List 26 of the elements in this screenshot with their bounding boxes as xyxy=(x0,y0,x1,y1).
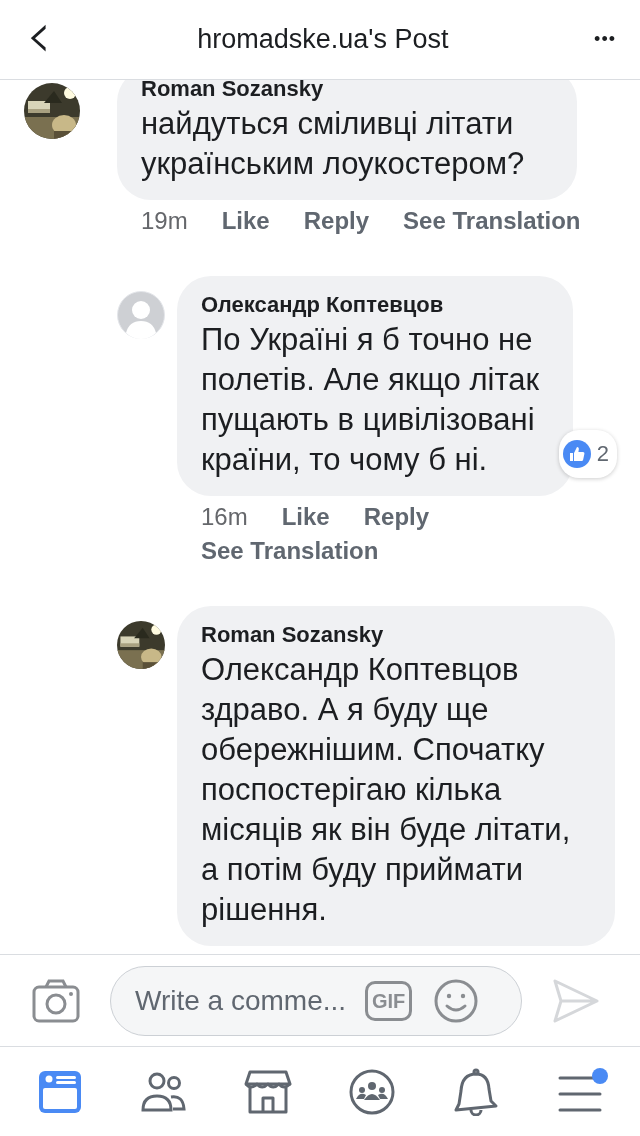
action-link[interactable]: Like xyxy=(281,502,330,532)
bell-icon xyxy=(452,1067,500,1116)
comment-time: 19m xyxy=(141,206,188,236)
more-button[interactable]: ••• xyxy=(594,29,616,50)
like-icon xyxy=(562,440,591,468)
action-link[interactable]: Reply xyxy=(303,206,370,236)
gif-button[interactable]: GIF xyxy=(365,980,413,1021)
action-link[interactable]: Like xyxy=(221,206,270,236)
action-link[interactable]: Reply xyxy=(363,502,430,532)
reaction-number: 2 xyxy=(596,440,609,468)
author-name[interactable]: Roman Sozansky xyxy=(141,80,553,104)
emoji-icon[interactable] xyxy=(434,978,479,1023)
page-title: hromadske.ua's Post xyxy=(197,24,449,55)
comment-time: 16m xyxy=(201,502,248,532)
action-link[interactable]: See Translation xyxy=(201,536,379,566)
action-link[interactable]: See Translation xyxy=(403,206,581,236)
comment-text: Олександр Коптевцов здраво. А я буду ще обережнішим. Спочатку поспостерігаю кілька місяців як він буде літати, а потім буду приймати рішення. xyxy=(201,651,572,929)
comment-input[interactable]: Write a comme... xyxy=(135,984,357,1017)
group-icon xyxy=(348,1067,396,1116)
comment-text: найдуться сміливці літати українським лоукостером? xyxy=(141,105,526,183)
comment-text: По Україні я б точно не полетів. Але якщо літак пущають в цивілізовані країни, то чому б ні. xyxy=(201,321,541,479)
back-button[interactable]: ‹ xyxy=(26,2,52,77)
avatar-silhouette xyxy=(117,291,165,339)
author-name[interactable]: Олександр Коптевцов xyxy=(201,290,549,320)
author-name[interactable]: Roman Sozansky xyxy=(201,620,591,650)
camera-icon[interactable] xyxy=(32,978,80,1023)
